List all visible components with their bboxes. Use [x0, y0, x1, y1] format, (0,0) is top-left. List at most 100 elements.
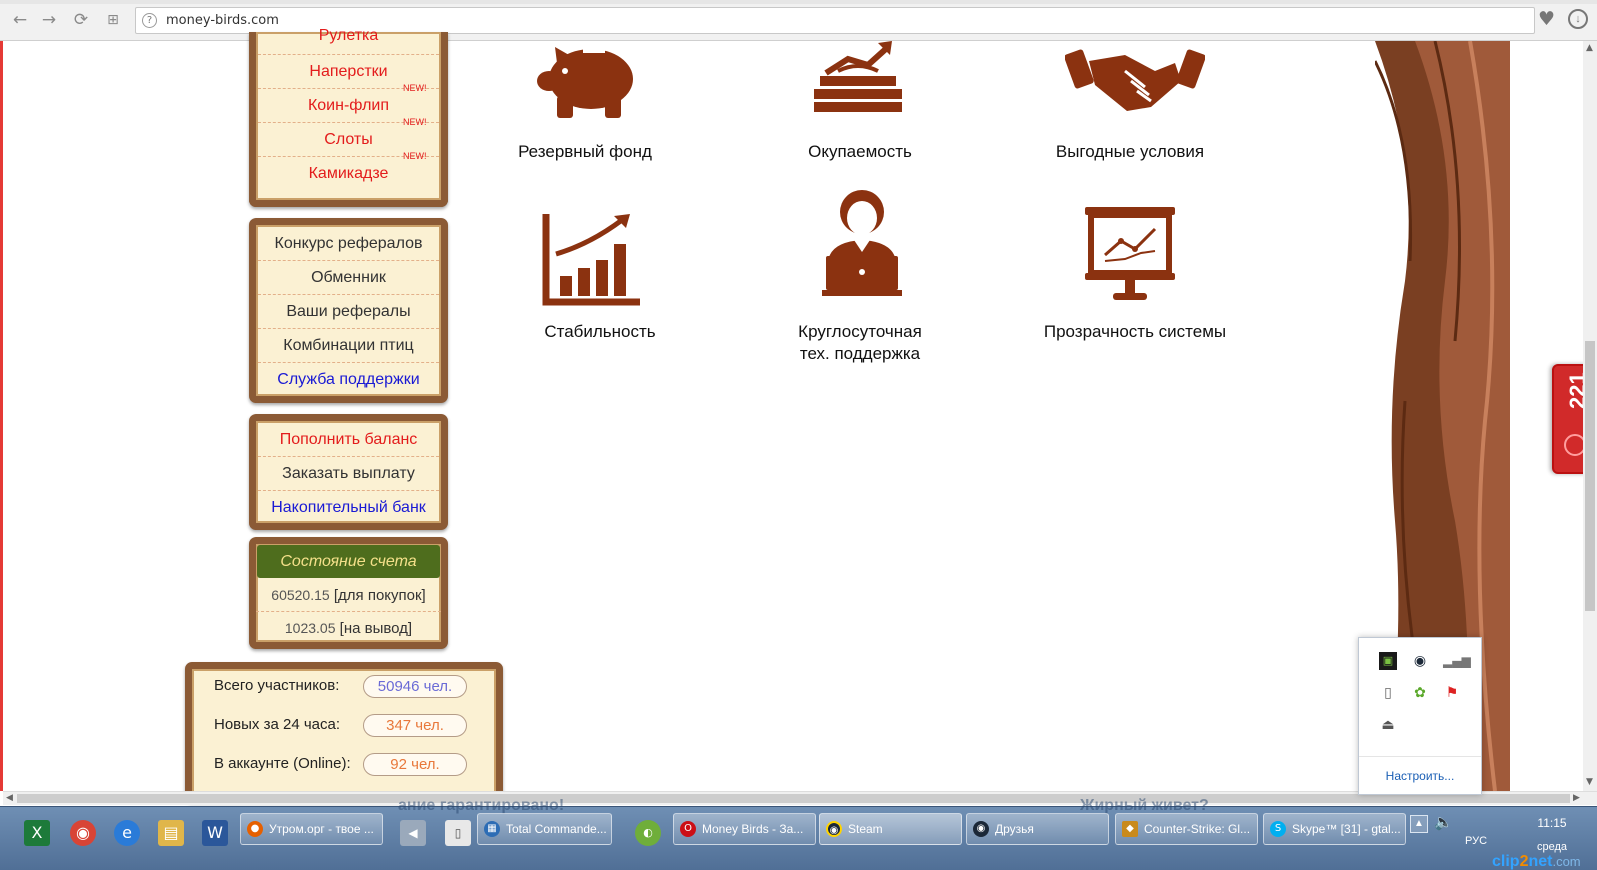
tray-overflow-popup: ▣ ◉ ▂▄▆ ▯ ✿ ⚑ ⏏ Настроить...: [1358, 637, 1482, 795]
taskbar-button-label: Steam: [848, 822, 883, 836]
menu-item-game-0[interactable]: Рулетка: [258, 28, 439, 55]
skype-icon: S: [1270, 821, 1286, 837]
page-left-border: [0, 41, 3, 791]
menu-item-label: Пополнить баланс: [279, 431, 418, 448]
new-badge: NEW!: [403, 83, 427, 93]
menu-item-label: Заказать выплату: [282, 465, 415, 482]
watermark-part-d: .com: [1552, 854, 1581, 869]
device-icon[interactable]: ▯: [1379, 684, 1397, 702]
purchase-amount: 60520.15: [271, 587, 330, 603]
volume-icon[interactable]: 🔈: [1434, 813, 1453, 831]
ie-icon[interactable]: e: [114, 820, 140, 846]
growth-chart-icon: [540, 214, 645, 309]
taskbar-button-steam[interactable]: ◉ Steam: [819, 813, 962, 845]
stat-value: 92 чел.: [363, 753, 467, 776]
menu-item-label: Конкурс рефералов: [274, 235, 423, 252]
opera-icon: O: [680, 821, 696, 837]
taskbar-button-label: Друзья: [995, 822, 1034, 836]
feature-support-line1: Круглосуточная: [798, 322, 922, 341]
notes-app-icon[interactable]: ▯: [445, 820, 471, 846]
chrome-icon[interactable]: ◉: [70, 820, 96, 846]
feature-support: Круглосуточная тех. поддержка: [770, 321, 950, 365]
menu-item-referral-3[interactable]: Комбинации птиц: [258, 329, 439, 363]
menu-item-finance-1[interactable]: Заказать выплату: [258, 457, 439, 491]
taskbar-button-money-birds[interactable]: O Money Birds - За...: [673, 813, 816, 845]
stat-value: 50946 чел.: [363, 675, 467, 698]
app-colorful-icon[interactable]: ◐: [635, 820, 661, 846]
speaker-app-icon[interactable]: ◀: [400, 820, 426, 846]
stat-label: Новых за 24 часа:: [214, 716, 340, 733]
feature-transparency: Прозрачность системы: [1043, 322, 1227, 341]
word-icon[interactable]: W: [202, 820, 228, 846]
nvidia-icon[interactable]: ▣: [1379, 652, 1397, 670]
withdraw-balance: 1023.05 [на вывод]: [256, 612, 441, 645]
menu-item-referral-1[interactable]: Обменник: [258, 261, 439, 295]
support-operator-icon: [822, 186, 902, 301]
taskbar-button-label: Money Birds - За...: [702, 822, 804, 836]
taskbar-button-label: Counter-Strike: Gl...: [1144, 822, 1251, 836]
bookmark-heart-icon[interactable]: ♥: [1538, 8, 1555, 30]
menu-item-referral-0[interactable]: Конкурс рефералов: [258, 227, 439, 261]
menu-item-finance-2[interactable]: Накопительный банк: [258, 491, 439, 525]
explorer-icon[interactable]: ▤: [158, 820, 184, 846]
speed-dial-icon[interactable]: ⊞: [102, 9, 124, 31]
tab-strip: [0, 0, 1597, 4]
menu-item-referral-4[interactable]: Служба поддержки: [258, 363, 439, 397]
forward-icon[interactable]: →: [38, 9, 60, 31]
menu-item-label: Комбинации птиц: [283, 337, 414, 354]
stat-value: 347 чел.: [363, 714, 467, 737]
account-status-title: Состояние счета: [257, 545, 440, 578]
account-status-panel: Состояние счета 60520.15 [для покупок] 1…: [249, 537, 448, 649]
piggy-bank-icon: [535, 41, 640, 121]
feature-good-terms: Выгодные условия: [1055, 142, 1205, 161]
money-stack-icon: [808, 41, 908, 121]
network-signal-icon[interactable]: ▂▄▆: [1443, 652, 1471, 670]
reload-icon[interactable]: ⟳: [70, 9, 92, 31]
taskbar-button-utrom[interactable]: ● Утром.орг - твое ...: [240, 813, 383, 845]
menu-item-finance-0[interactable]: Пополнить баланс: [258, 423, 439, 457]
taskbar-button-total-commander[interactable]: ▦ Total Commande...: [477, 813, 612, 845]
scroll-up-icon[interactable]: ▲: [1586, 43, 1593, 53]
steam-tray-icon[interactable]: ◉: [1411, 652, 1429, 670]
games-menu: Рулетка Наперстки Коин-флип NEW! Слоты NEW! Ка…: [249, 28, 448, 207]
scroll-right-icon[interactable]: ▶: [1573, 793, 1580, 803]
menu-item-referral-2[interactable]: Ваши рефералы: [258, 295, 439, 329]
referral-menu: Конкурс рефералов Обменник Ваши рефералы Ко…: [249, 218, 448, 403]
steam-icon: ◉: [826, 821, 842, 837]
vertical-scrollbar[interactable]: ▲ ▼: [1583, 41, 1597, 791]
vertical-scroll-thumb[interactable]: [1585, 341, 1595, 611]
taskbar-button-label: Skype™ [31] - gtal...: [1292, 822, 1401, 836]
feature-support-line2: тех. поддержка: [799, 344, 921, 363]
show-hidden-icons-icon[interactable]: ▲: [1410, 815, 1428, 833]
language-indicator[interactable]: РУС: [1465, 835, 1487, 847]
menu-item-label: Служба поддержки: [277, 371, 420, 388]
presentation-board-icon: [1085, 207, 1175, 303]
taskbar-button-friends[interactable]: ◉ Друзья: [966, 813, 1109, 845]
excel-icon[interactable]: X: [24, 820, 50, 846]
menu-item-label: Слоты: [324, 131, 373, 148]
scroll-left-icon[interactable]: ◀: [6, 793, 13, 803]
site-info-icon[interactable]: ?: [142, 13, 157, 28]
download-icon[interactable]: ↓: [1568, 9, 1588, 29]
taskbar-button-csgo[interactable]: ◆ Counter-Strike: Gl...: [1115, 813, 1258, 845]
taskbar-button-skype[interactable]: S Skype™ [31] - gtal...: [1263, 813, 1406, 845]
horizontal-scroll-thumb[interactable]: [17, 794, 1570, 803]
tray-customize-link[interactable]: Настроить...: [1359, 756, 1481, 794]
purchase-balance: 60520.15 [для покупок]: [256, 579, 441, 612]
eject-icon[interactable]: ⏏: [1379, 716, 1397, 734]
back-icon[interactable]: ←: [9, 9, 31, 31]
clip2net-watermark: clip2net.com: [1492, 853, 1581, 870]
feature-reserve-fund: Резервный фонд: [518, 142, 652, 161]
scroll-down-icon[interactable]: ▼: [1586, 777, 1593, 787]
finance-menu: Пополнить баланс Заказать выплату Накопите…: [249, 414, 448, 530]
csgo-icon: ◆: [1122, 821, 1138, 837]
total-commander-icon: ▦: [484, 821, 500, 837]
menu-item-game-4[interactable]: Камикадзе NEW!: [258, 151, 439, 191]
steam-icon: ◉: [973, 821, 989, 837]
withdraw-label: [на вывод]: [339, 620, 413, 637]
system-clock[interactable]: 11:15 среда: [1522, 815, 1582, 855]
address-url[interactable]: money-birds.com: [166, 13, 279, 28]
security-warning-icon[interactable]: ⚑: [1443, 684, 1461, 702]
stat-label: В аккаунте (Online):: [214, 755, 351, 772]
messenger-icon[interactable]: ✿: [1411, 684, 1429, 702]
